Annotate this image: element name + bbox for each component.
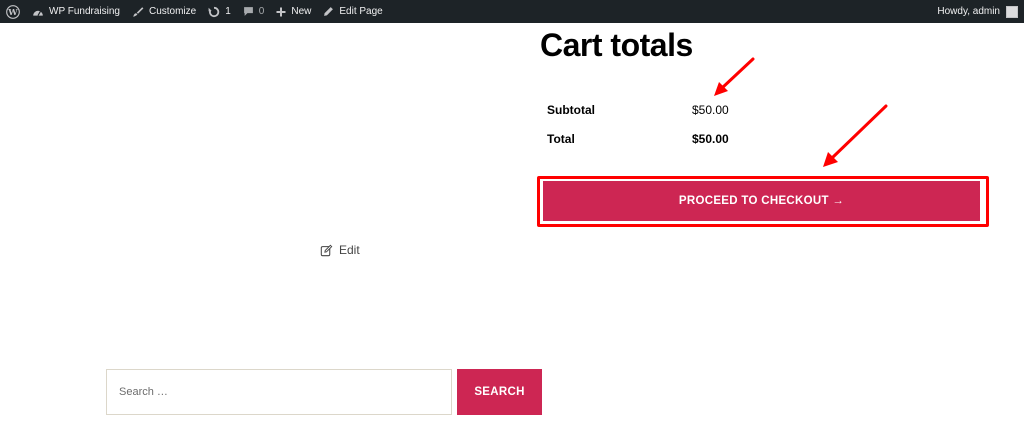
brush-icon <box>132 6 144 18</box>
updates-count: 1 <box>225 6 231 17</box>
edit-label: Edit <box>339 243 360 257</box>
admin-bar: W WP Fundraising Customize 1 0 New Edit … <box>0 0 1024 23</box>
arrow-to-checkout <box>823 104 888 167</box>
wordpress-logo-icon: W <box>6 4 20 19</box>
pencil-icon <box>323 6 334 17</box>
new-content-menu[interactable]: New <box>270 0 317 23</box>
customize-menu[interactable]: Customize <box>126 0 202 23</box>
edit-page-label: Edit Page <box>339 6 383 17</box>
wp-logo-menu[interactable]: W <box>0 0 26 23</box>
comments-menu[interactable]: 0 <box>237 0 271 23</box>
arrow-to-subtotal <box>714 57 755 96</box>
avatar <box>1006 5 1018 18</box>
dashboard-icon <box>32 7 44 17</box>
proceed-to-checkout-button[interactable]: PROCEED TO CHECKOUT → <box>543 181 980 221</box>
plus-icon <box>276 7 286 17</box>
new-label: New <box>291 6 312 17</box>
comments-count: 0 <box>258 6 265 17</box>
cart-totals-title: Cart totals <box>540 27 693 63</box>
edit-link[interactable]: Edit <box>320 243 360 257</box>
svg-text:W: W <box>7 7 18 17</box>
my-account-menu[interactable]: Howdy, admin <box>931 0 1024 23</box>
site-name-menu[interactable]: WP Fundraising <box>26 0 126 23</box>
updates-menu[interactable]: 1 <box>202 0 237 23</box>
customize-label: Customize <box>148 6 197 17</box>
comment-icon <box>243 6 254 17</box>
subtotal-value: $50.00 <box>692 103 729 117</box>
edit-icon <box>320 244 333 257</box>
total-label: Total <box>547 132 575 146</box>
search-button[interactable]: SEARCH <box>457 369 542 415</box>
site-name-label: WP Fundraising <box>49 6 120 17</box>
total-value: $50.00 <box>692 132 729 146</box>
updates-icon <box>208 6 220 18</box>
greeting-label: Howdy, admin <box>937 6 1000 17</box>
subtotal-label: Subtotal <box>547 103 595 117</box>
search-input[interactable] <box>106 369 452 415</box>
edit-page-menu[interactable]: Edit Page <box>317 0 388 23</box>
